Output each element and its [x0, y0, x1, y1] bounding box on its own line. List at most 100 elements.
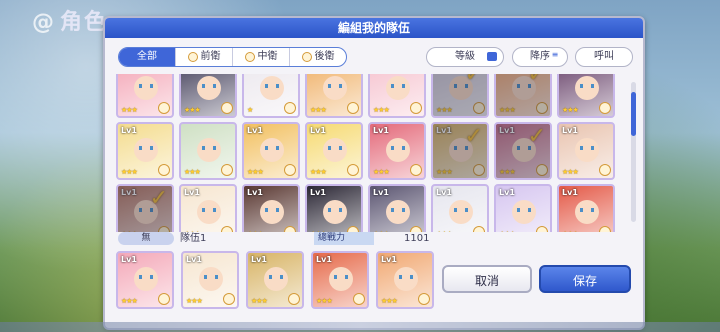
tab-label: 後衛 [314, 51, 335, 62]
roster-card[interactable]: ★★★ [305, 74, 363, 118]
star-rating: ★★★ [251, 297, 268, 305]
position-icon [353, 293, 365, 305]
character-roster-grid: ★★★ ★★★ ★ ★★★ ★★★ ★★★ ✓ ★★★ ✓ ★★★ Lv1 ★★★ ★★★ Lv1 ★★★ L… [116, 74, 626, 232]
background-screen-title: @ 角色 [32, 4, 108, 36]
star-rating: ★★★ [562, 230, 579, 232]
sort-order-label: 降序 [530, 51, 550, 62]
character-portrait [449, 200, 473, 224]
position-icon [223, 293, 235, 305]
character-portrait [197, 76, 221, 100]
sort-lines-icon: ≡ [551, 50, 559, 59]
star-rating: ★★★ [373, 168, 390, 176]
team-slot-card[interactable]: Lv1 ★★★ [376, 251, 434, 309]
level-label: Lv1 [121, 188, 137, 197]
scroll-thumb[interactable] [631, 92, 636, 136]
bottom-strip [0, 322, 720, 332]
roster-card[interactable]: Lv1★★★ [368, 184, 426, 232]
sort-by-level-button[interactable]: 等級 [426, 47, 504, 67]
star-rating: ★★★ [121, 106, 138, 114]
tab-label: 前衛 [200, 51, 221, 62]
roster-card[interactable]: ★★★ [179, 74, 237, 118]
roster-card[interactable]: ★★★ [116, 74, 174, 118]
team-slot-card[interactable]: Lv1 ★★★ [311, 251, 369, 309]
roster-card[interactable]: Lv1★★★ [116, 122, 174, 180]
character-eyes [265, 208, 279, 212]
character-portrait [512, 76, 536, 100]
character-eyes [202, 146, 216, 150]
level-label: Lv1 [562, 126, 578, 135]
tab-middle[interactable]: 中衛 [232, 48, 289, 66]
dialog-title: 編組我的隊伍 [105, 18, 643, 38]
team-slot-card[interactable]: Lv1 ★★★ [246, 251, 304, 309]
roster-card[interactable]: Lv1 ★★★ [494, 184, 552, 232]
roster-card[interactable]: Lv1★★★ [368, 122, 426, 180]
roster-card[interactable]: ★★★ [179, 122, 237, 180]
roster-card[interactable]: Lv1★★★✓ [116, 184, 174, 232]
character-portrait [134, 200, 158, 224]
level-label: Lv1 [310, 126, 326, 135]
tab-front[interactable]: 前衛 [175, 48, 232, 66]
level-label: Lv1 [499, 188, 515, 197]
roster-scrollbar[interactable] [631, 82, 636, 222]
roster-card[interactable]: ★★★ [557, 74, 615, 118]
roster-card[interactable]: Lv1 ★★★ [557, 184, 615, 232]
character-eyes [580, 208, 594, 212]
roster-card[interactable]: Lv1★★★✓ [494, 122, 552, 180]
total-power-value: 1101 [404, 233, 430, 244]
front-role-icon [187, 52, 198, 62]
character-eyes [391, 84, 405, 88]
team-slot-card[interactable]: Lv1 ★★★ [116, 251, 174, 309]
roster-card[interactable]: Lv1★★★ [242, 122, 300, 180]
star-rating: ★★★ [499, 230, 516, 232]
roster-card[interactable]: Lv1★★★ [179, 184, 237, 232]
tab-back[interactable]: 後衛 [289, 48, 346, 66]
roster-card[interactable]: ★★★ [368, 74, 426, 118]
star-rating: ★★★ [310, 168, 327, 176]
character-portrait [394, 267, 418, 291]
roster-card[interactable]: Lv1★★★ [305, 184, 363, 232]
character-eyes [517, 146, 531, 150]
level-label: Lv1 [562, 188, 578, 197]
character-portrait [264, 267, 288, 291]
roster-card[interactable]: Lv1★★★ [242, 184, 300, 232]
star-rating: ★★★ [186, 297, 203, 305]
roster-card[interactable]: ★★★ ✓ [494, 74, 552, 118]
level-label: Lv1 [251, 255, 267, 264]
position-icon [410, 164, 422, 176]
character-portrait [260, 200, 284, 224]
star-rating: ★★★ [316, 297, 333, 305]
character-portrait [512, 138, 536, 162]
character-eyes [399, 275, 413, 279]
team-edit-dialog: 編組我的隊伍 全部 前衛 中衛 後衛 等級 降序 ≡ 呼叫 ★★★ ★★★ ★ ★★★ ★… [103, 16, 645, 330]
roster-card[interactable]: ★★★ ✓ [431, 74, 489, 118]
level-label: Lv1 [373, 188, 389, 197]
total-power-label: 總戰力 [314, 232, 374, 245]
roster-card[interactable]: Lv1 ★★★ [305, 122, 363, 180]
character-portrait [386, 138, 410, 162]
cancel-button[interactable]: 取消 [442, 265, 532, 293]
character-eyes [202, 84, 216, 88]
character-portrait [134, 76, 158, 100]
save-button[interactable]: 保存 [539, 265, 631, 293]
character-eyes [265, 84, 279, 88]
team-tag[interactable]: 無 [118, 232, 174, 245]
character-portrait [575, 76, 599, 100]
sort-order-button[interactable]: 降序 ≡ [512, 47, 568, 67]
roster-card[interactable]: ★ [242, 74, 300, 118]
call-button[interactable]: 呼叫 [575, 47, 633, 67]
position-icon [473, 102, 485, 114]
team-slot-card[interactable]: Lv1 ★★★ [181, 251, 239, 309]
level-label: Lv1 [247, 188, 263, 197]
roster-card[interactable]: Lv1★★★✓ [431, 122, 489, 180]
background-title-text: 角色 [60, 10, 109, 35]
position-icon [158, 293, 170, 305]
tab-all[interactable]: 全部 [119, 48, 175, 66]
position-icon [418, 293, 430, 305]
position-icon [599, 226, 611, 232]
character-eyes [328, 146, 342, 150]
position-icon [347, 102, 359, 114]
star-rating: ★★★ [562, 106, 579, 114]
roster-card[interactable]: Lv1★★★ [431, 184, 489, 232]
role-filter-tabs: 全部 前衛 中衛 後衛 [118, 47, 347, 67]
roster-card[interactable]: Lv1★★★ [557, 122, 615, 180]
